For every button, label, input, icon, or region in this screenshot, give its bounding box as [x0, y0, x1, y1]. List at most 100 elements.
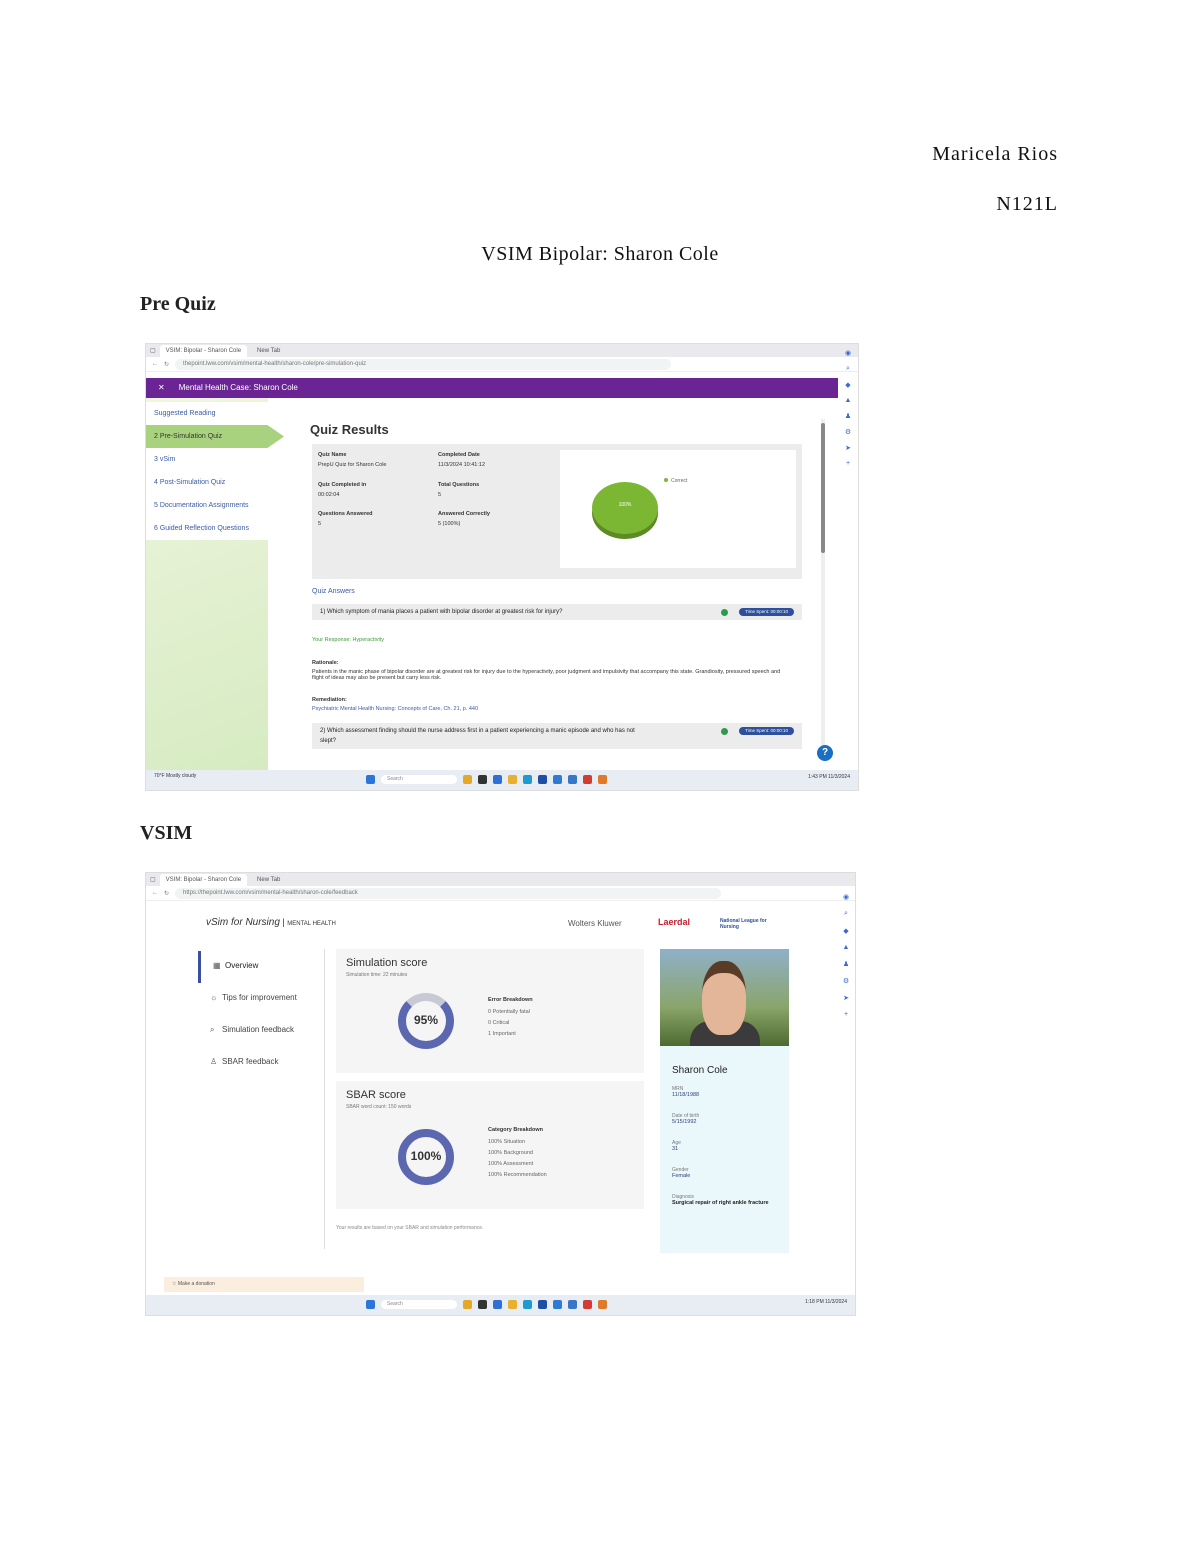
windows-icon[interactable] — [366, 775, 375, 784]
windows-icon[interactable] — [366, 1300, 375, 1309]
taskbar-search[interactable]: Search — [381, 775, 457, 784]
question-text: 2) Which assessment finding should the n… — [320, 728, 635, 744]
simulation-score-donut: 95% — [398, 993, 454, 1049]
browser-tab[interactable]: New Tab — [251, 874, 286, 886]
tag-icon[interactable]: ◆ — [843, 927, 848, 935]
app-icon[interactable] — [478, 1300, 487, 1309]
menu-item[interactable]: 3 vSim — [146, 448, 268, 471]
mail-icon[interactable] — [553, 775, 562, 784]
files-icon[interactable] — [508, 775, 517, 784]
pie-label: 100% — [618, 502, 632, 508]
menu-item[interactable]: 6 Guided Reflection Questions — [146, 517, 268, 540]
clock[interactable]: 1:43 PM 11/3/2024 — [808, 774, 850, 780]
browser-tab[interactable]: New Tab — [251, 345, 286, 357]
chat-icon[interactable] — [493, 775, 502, 784]
gear-icon[interactable]: ⚙ — [843, 977, 849, 985]
weather-widget[interactable]: 70°F Mostly cloudy — [154, 773, 196, 779]
back-icon[interactable]: ← — [152, 361, 158, 367]
folder-icon[interactable] — [463, 775, 472, 784]
remediation-link[interactable]: Psychiatric Mental Health Nursing: Conce… — [312, 706, 782, 712]
section-heading-vsim: VSIM — [140, 822, 193, 844]
rationale-label: Rationale: — [312, 660, 339, 666]
answered-correctly-field: Answered Correctly 5 (100%) — [438, 511, 490, 527]
tag-icon[interactable]: ◆ — [845, 381, 850, 389]
menu-item-active[interactable]: 2 Pre-Simulation Quiz — [146, 425, 284, 448]
edge-icon[interactable] — [523, 775, 532, 784]
browser-tab[interactable]: VSIM: Bipolar - Sharon Cole — [159, 873, 248, 886]
case-menu: Suggested Reading 2 Pre-Simulation Quiz … — [146, 402, 284, 540]
patient-card: Sharon Cole MRN 11/18/1988 Date of birth 5… — [660, 949, 789, 1253]
nav-tips[interactable]: ☼ Tips for improvement — [198, 983, 326, 1015]
divider — [324, 949, 325, 1249]
browser-tab[interactable]: VSIM: Bipolar - Sharon Cole — [159, 344, 248, 357]
copilot-icon[interactable]: ◉ — [843, 893, 849, 901]
refresh-icon[interactable]: ↻ — [164, 890, 169, 897]
donation-toast[interactable]: ☆ Make a donation — [164, 1277, 364, 1292]
close-icon[interactable]: ✕ — [158, 383, 165, 392]
send-icon[interactable]: ➤ — [845, 444, 851, 452]
nav-overview[interactable]: ▦ Overview — [198, 951, 326, 983]
chat-icon[interactable] — [493, 1300, 502, 1309]
taskbar: Search 1:18 PM 11/3/2024 — [146, 1295, 855, 1315]
menu-item[interactable]: 4 Post-Simulation Quiz — [146, 471, 268, 494]
url-bar[interactable]: thepoint.lww.com/vsim/mental-health/shar… — [175, 358, 672, 370]
copilot-icon[interactable]: ◉ — [845, 349, 851, 357]
send-icon[interactable]: ➤ — [843, 994, 849, 1002]
search-icon[interactable]: ⌕ — [846, 365, 850, 373]
patient-mrn: MRN 11/18/1988 — [672, 1086, 700, 1098]
person-icon[interactable]: ♟ — [843, 960, 849, 968]
search-icon: ⌕ — [210, 1025, 215, 1034]
taskbar: 70°F Mostly cloudy Search 1:43 PM 11/3/2… — [146, 770, 858, 790]
url-bar[interactable]: https://thepoint.lww.com/vsim/mental-hea… — [175, 887, 722, 899]
app-icon-2[interactable] — [598, 775, 607, 784]
question-row[interactable]: 1) Which symptom of mania places a patie… — [312, 604, 802, 620]
folder-icon[interactable] — [463, 1300, 472, 1309]
plus-icon[interactable]: + — [846, 460, 850, 467]
nav-sbar-feedback[interactable]: ♙ SBAR feedback — [198, 1047, 326, 1079]
taskbar-search[interactable]: Search — [381, 1300, 457, 1309]
menu-item[interactable]: 5 Documentation Assignments — [146, 494, 268, 517]
mail-icon[interactable] — [553, 1300, 562, 1309]
plus-icon[interactable]: + — [844, 1011, 848, 1018]
search-icon[interactable]: ⌕ — [844, 910, 848, 918]
browser-sidebar: ◉ ⌕ ◆ ▲ ♟ ⚙ ➤ + — [840, 346, 856, 769]
nav-simulation-feedback[interactable]: ⌕ Simulation feedback — [198, 1015, 326, 1047]
edge-icon[interactable] — [523, 1300, 532, 1309]
app-icon[interactable] — [478, 775, 487, 784]
clock[interactable]: 1:18 PM 11/3/2024 — [805, 1299, 847, 1305]
store-icon[interactable] — [538, 775, 547, 784]
quiz-summary: Quiz Name PrepU Quiz for Sharon Cole Comp… — [312, 444, 802, 579]
app-icon-2[interactable] — [598, 1300, 607, 1309]
patient-gender: Gender Female — [672, 1167, 691, 1179]
bag-icon[interactable]: ▲ — [845, 397, 852, 404]
laerdal-logo: Laerdal — [658, 917, 691, 927]
category-item: 100% Background — [488, 1150, 533, 1156]
store-icon[interactable] — [538, 1300, 547, 1309]
back-icon[interactable]: ← — [152, 890, 158, 896]
rationale-text: Patients in the manic phase of bipolar d… — [312, 669, 781, 681]
files-icon[interactable] — [508, 1300, 517, 1309]
question-row[interactable]: 2) Which assessment finding should the n… — [312, 723, 802, 749]
menu-item[interactable]: Suggested Reading — [146, 402, 268, 425]
card-subtitle: Simulation time: 22 minutes — [346, 972, 408, 978]
security-icon[interactable] — [583, 1300, 592, 1309]
refresh-icon[interactable]: ↻ — [164, 361, 169, 368]
scrollbar[interactable] — [821, 419, 825, 759]
score-note: Your results are based on your SBAR and … — [336, 1225, 484, 1231]
security-icon[interactable] — [583, 775, 592, 784]
photos-icon[interactable] — [568, 775, 577, 784]
time-badge: Time Spent: 00:00:10 — [739, 608, 794, 616]
results-pie-chart: 100% Correct — [560, 450, 796, 568]
pie-slice-correct: 100% — [592, 482, 658, 534]
patient-age: Age 31 — [672, 1140, 681, 1152]
gear-icon[interactable]: ⚙ — [845, 428, 851, 436]
card-title: SBAR score — [346, 1089, 406, 1101]
error-item: 0 Potentially fatal — [488, 1009, 530, 1015]
browser-tabbar: ▢ VSIM: Bipolar - Sharon Cole New Tab — [146, 873, 855, 886]
person-icon[interactable]: ♟ — [845, 412, 851, 420]
browser-tabbar: ▢ VSIM: Bipolar - Sharon Cole New Tab — [146, 344, 858, 357]
bag-icon[interactable]: ▲ — [843, 944, 850, 951]
photos-icon[interactable] — [568, 1300, 577, 1309]
help-button[interactable]: ? — [817, 745, 833, 761]
card-subtitle: SBAR word count: 150 words — [346, 1104, 412, 1110]
